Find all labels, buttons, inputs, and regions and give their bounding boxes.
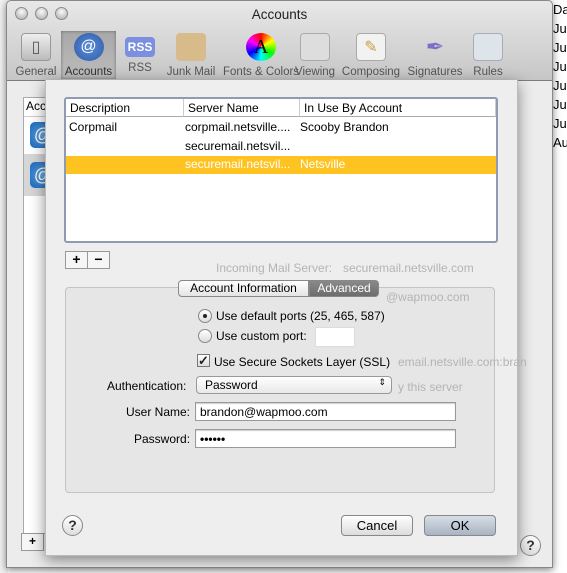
composing-icon: ✎ xyxy=(356,33,386,61)
signatures-icon: ✒ xyxy=(425,34,445,59)
username-field[interactable]: brandon@wapmoo.com xyxy=(195,402,456,421)
cell-server: securemail.netsvil... xyxy=(185,157,291,171)
toolbar-label: RSS xyxy=(128,62,152,74)
add-account-button[interactable]: + xyxy=(21,533,44,551)
cell-server: securemail.netsvil... xyxy=(185,139,291,153)
window-help-button[interactable]: ? xyxy=(520,535,541,556)
custom-port-field[interactable] xyxy=(315,327,355,347)
ok-button[interactable]: OK xyxy=(424,515,496,536)
toolbar-label: General xyxy=(15,66,57,78)
smtp-server-sheet: Incoming Mail Server: securemail.netsvil… xyxy=(45,80,527,556)
toolbar-fonts-colors[interactable]: A Fonts & Colors xyxy=(223,31,299,79)
ssl-label[interactable]: Use Secure Sockets Layer (SSL) xyxy=(214,355,390,369)
toolbar-composing[interactable]: ✎ Composing xyxy=(341,31,401,79)
ghost-text: email.netsville.com:bran xyxy=(398,355,527,369)
password-label: Password: xyxy=(134,432,191,446)
bg-text: Ju xyxy=(553,59,567,74)
toolbar-general[interactable]: ▯ General xyxy=(11,31,61,79)
ghost-text: @wapmoo.com xyxy=(386,290,470,304)
bg-text: Ju xyxy=(553,116,567,131)
viewing-icon xyxy=(300,33,330,61)
authentication-label: Authentication: xyxy=(107,379,187,393)
table-row-selected[interactable]: securemail.netsvil... Netsville xyxy=(66,156,496,174)
toolbar-signatures[interactable]: ✒ Signatures xyxy=(405,31,465,79)
authentication-popup[interactable]: Password ⇕ xyxy=(196,376,392,394)
toolbar-rss[interactable]: RSS RSS xyxy=(119,31,161,79)
tab-account-information[interactable]: Account Information xyxy=(178,280,309,297)
bg-text: Ju xyxy=(553,40,567,55)
junk-mail-icon xyxy=(176,33,206,61)
bg-text: Au xyxy=(553,135,567,150)
password-field[interactable]: •••••• xyxy=(195,429,456,448)
toolbar-accounts[interactable]: @ Accounts xyxy=(61,31,116,79)
toolbar-junk-mail[interactable]: Junk Mail xyxy=(163,31,219,79)
cell-description: Corpmail xyxy=(69,120,118,134)
accounts-list-header: Acc xyxy=(26,99,47,113)
bg-text: Ju xyxy=(553,97,567,112)
bg-text: Ju xyxy=(553,21,567,36)
switch-icon: ▯ xyxy=(21,33,51,61)
add-server-button[interactable]: + xyxy=(65,251,88,269)
help-button[interactable]: ? xyxy=(62,515,83,536)
rss-icon: RSS xyxy=(125,37,155,57)
toolbar-label: Accounts xyxy=(64,66,113,78)
ghost-text: Incoming Mail Server: xyxy=(216,261,333,275)
toolbar-viewing[interactable]: Viewing xyxy=(295,31,335,79)
table-row[interactable]: Corpmail corpmail.netsville.... Scooby B… xyxy=(66,119,496,137)
at-icon: @ xyxy=(73,33,104,61)
cell-server: corpmail.netsville.... xyxy=(185,120,291,134)
remove-server-button[interactable]: − xyxy=(87,251,110,269)
column-header-description[interactable]: Description xyxy=(66,99,184,117)
toolbar-label: Rules xyxy=(473,66,503,78)
default-ports-radio[interactable] xyxy=(198,309,212,323)
updown-arrows-icon: ⇕ xyxy=(378,377,386,387)
cancel-button[interactable]: Cancel xyxy=(341,515,413,536)
ghost-text: securemail.netsville.com xyxy=(343,261,474,275)
bg-text: Ju xyxy=(553,78,567,93)
tab-advanced[interactable]: Advanced xyxy=(309,280,379,297)
bg-text: Da xyxy=(553,2,567,17)
fonts-colors-icon: A xyxy=(246,33,276,61)
ssl-checkbox[interactable]: ✓ xyxy=(197,354,210,367)
toolbar-label: Fonts & Colors xyxy=(223,66,300,78)
column-header-server-name[interactable]: Server Name xyxy=(184,99,300,117)
toolbar-rules[interactable]: Rules xyxy=(467,31,509,79)
column-header-in-use-by[interactable]: In Use By Account xyxy=(300,99,496,117)
custom-port-label[interactable]: Use custom port: xyxy=(216,329,307,343)
window-title: Accounts xyxy=(251,7,308,22)
smtp-server-table[interactable]: Description Server Name In Use By Accoun… xyxy=(64,97,498,243)
toolbar-label: Junk Mail xyxy=(166,66,216,78)
background-date-column: Da Ju Ju Ju Ju Ju Ju Au xyxy=(553,0,567,573)
default-ports-label[interactable]: Use default ports (25, 465, 587) xyxy=(216,309,385,323)
table-row[interactable]: securemail.netsvil... xyxy=(66,138,496,156)
toolbar-label: Viewing xyxy=(295,66,336,78)
toolbar-label: Composing xyxy=(341,66,401,78)
authentication-value: Password xyxy=(205,378,258,392)
cell-account: Netsville xyxy=(300,157,346,171)
cell-account: Scooby Brandon xyxy=(300,120,389,134)
username-label: User Name: xyxy=(126,405,191,419)
ghost-text: y this server xyxy=(398,380,463,394)
title-bar: Accounts ▯ General @ Accounts RSS RSS Junk … xyxy=(7,1,552,81)
custom-port-radio[interactable] xyxy=(198,329,212,343)
toolbar-label: Signatures xyxy=(407,66,463,78)
rules-icon xyxy=(473,33,503,61)
